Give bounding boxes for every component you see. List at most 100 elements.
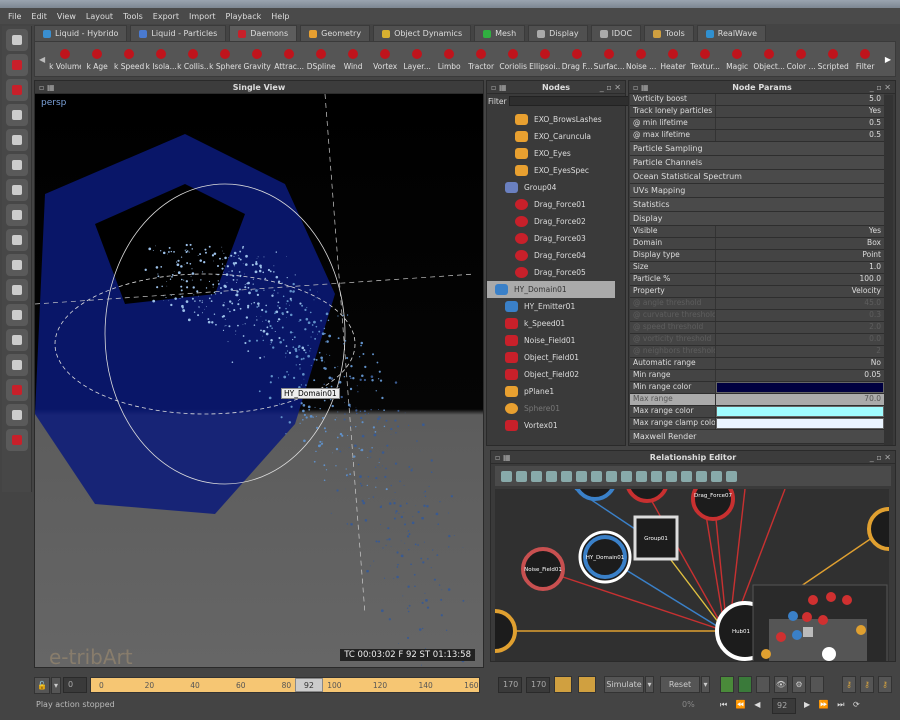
simulate-button[interactable]: Simulate xyxy=(604,676,644,693)
tool-heater[interactable]: Heater xyxy=(657,47,689,71)
tab-liquid-particles[interactable]: Liquid - Particles xyxy=(130,25,227,41)
object-icon[interactable] xyxy=(6,129,28,151)
param-row[interactable]: Track lonely particles Yes xyxy=(630,106,884,118)
menu-view[interactable]: View xyxy=(57,12,76,21)
param-row[interactable]: Vorticity boost 5.0 xyxy=(630,94,884,106)
simulate-dropdown[interactable]: ▾ xyxy=(645,676,654,693)
node-item[interactable]: Group04 xyxy=(487,179,615,196)
graph-minimap[interactable] xyxy=(752,584,888,661)
link-icon[interactable] xyxy=(546,470,557,482)
set-range-icon[interactable] xyxy=(578,676,596,693)
lock-icon[interactable]: 🔓 xyxy=(34,677,50,694)
zoom-select-icon[interactable] xyxy=(606,470,617,482)
arrange-icon[interactable] xyxy=(621,470,632,482)
zoom-fit-icon[interactable] xyxy=(591,470,602,482)
3d-viewport[interactable]: persp HY_Domain01 TC 00:03:02 F 92 ST 01… xyxy=(35,94,483,667)
section-uvs-mapping[interactable]: UVs Mapping xyxy=(630,184,884,198)
tool-ellipsoi[interactable]: Ellipsoi... xyxy=(529,47,561,71)
param-row[interactable]: @ angle threshold 45.0 xyxy=(630,298,884,310)
node-item[interactable]: Drag_Force03 xyxy=(487,230,615,247)
node-graph[interactable]: Drag_Force07 Group01 HY_Domain01 Noise_F… xyxy=(495,489,889,661)
fit-range-icon[interactable] xyxy=(554,676,572,693)
gear-icon[interactable]: ⚙ xyxy=(792,676,806,693)
param-row[interactable]: Visible Yes xyxy=(630,226,884,238)
start-frame-input[interactable]: 0 xyxy=(63,677,87,693)
menu-edit[interactable]: Edit xyxy=(31,12,47,21)
ball-icon[interactable] xyxy=(6,304,28,326)
node-item[interactable]: EXO_BrowsLashes xyxy=(487,111,615,128)
node-item[interactable]: Object_Field01 xyxy=(487,349,615,366)
node-item[interactable]: HY_Emitter01 xyxy=(487,298,615,315)
param-value[interactable]: 0.05 xyxy=(716,370,884,381)
select-icon[interactable] xyxy=(6,29,28,51)
param-value[interactable]: 0.5 xyxy=(716,130,884,141)
section-particle-sampling[interactable]: Particle Sampling xyxy=(630,142,884,156)
tree-icon[interactable] xyxy=(636,470,647,482)
tool-vortex[interactable]: Vortex xyxy=(369,47,401,71)
menu-file[interactable]: File xyxy=(8,12,21,21)
tool-color[interactable]: Color ... xyxy=(785,47,817,71)
skip-controls[interactable]: ⏮ ⏪ ◀ xyxy=(720,700,763,710)
param-row[interactable]: Domain Box xyxy=(630,238,884,250)
param-value[interactable]: Velocity xyxy=(716,286,884,297)
scroll-left-icon[interactable]: ◀ xyxy=(39,55,45,64)
eye-icon[interactable]: 👁 xyxy=(774,676,788,693)
param-value[interactable]: 2 xyxy=(716,346,884,357)
param-row[interactable]: Display type Point xyxy=(630,250,884,262)
particles-icon[interactable] xyxy=(810,676,824,693)
save-icon[interactable] xyxy=(6,404,28,426)
section-particle-channels[interactable]: Particle Channels xyxy=(630,156,884,170)
tool-k-speed[interactable]: k Speed xyxy=(113,47,145,71)
node-item[interactable]: Sphere01 xyxy=(487,400,615,417)
node-item[interactable]: Drag_Force01 xyxy=(487,196,615,213)
cube-outline-icon[interactable] xyxy=(6,254,28,276)
node-item[interactable]: Drag_Force04 xyxy=(487,247,615,264)
tool-k-collis[interactable]: k Collis... xyxy=(177,47,209,71)
tab-liquid-hybrido[interactable]: Liquid - Hybrido xyxy=(34,25,128,41)
tab-mesh[interactable]: Mesh xyxy=(474,25,526,41)
menu-layout[interactable]: Layout xyxy=(86,12,113,21)
param-value[interactable]: 100.0 xyxy=(716,274,884,285)
tab-display[interactable]: Display xyxy=(528,25,588,41)
scroll-right-icon[interactable]: ▶ xyxy=(885,55,891,64)
folder-icon[interactable] xyxy=(651,470,662,482)
tool-drag-f[interactable]: Drag F... xyxy=(561,47,593,71)
cache-icon[interactable] xyxy=(756,676,770,693)
frame-input[interactable]: 92 xyxy=(772,698,796,714)
panel-layout-icon[interactable]: ▫ ▦ xyxy=(39,81,55,94)
section-statistics[interactable]: Statistics xyxy=(630,198,884,212)
total-frames-input[interactable]: 170 xyxy=(526,677,550,693)
key-icon[interactable]: ⚷ xyxy=(860,676,874,693)
chain-icon[interactable] xyxy=(696,470,707,482)
menu-export[interactable]: Export xyxy=(153,12,179,21)
param-row[interactable]: Min range 0.05 xyxy=(630,370,884,382)
param-row[interactable]: Property Velocity xyxy=(630,286,884,298)
tab-idoc[interactable]: IDOC xyxy=(590,25,642,41)
refresh-icon[interactable] xyxy=(516,470,527,482)
tab-realwave[interactable]: RealWave xyxy=(696,25,766,41)
tab-daemons[interactable]: Daemons xyxy=(229,25,298,41)
param-row[interactable]: @ neighbors threshold 2 xyxy=(630,346,884,358)
panel-layout-icon[interactable]: ▫ ▦ xyxy=(495,451,511,464)
panel-close-icon[interactable]: _ ▫ ✕ xyxy=(870,81,891,94)
tool-gravity[interactable]: Gravity xyxy=(241,47,273,71)
unlink-icon[interactable] xyxy=(561,470,572,482)
param-value[interactable]: Yes xyxy=(716,106,884,117)
tool-coriolis[interactable]: Coriolis xyxy=(497,47,529,71)
tool-k-sphere[interactable]: k Sphere xyxy=(209,47,241,71)
param-row[interactable]: Particle % 100.0 xyxy=(630,274,884,286)
reset-button[interactable]: Reset xyxy=(660,676,700,693)
params-scrollbar[interactable] xyxy=(884,95,893,445)
tool-noise[interactable]: Noise ... xyxy=(625,47,657,71)
node-item[interactable]: EXO_Caruncula xyxy=(487,128,615,145)
param-value[interactable]: Point xyxy=(716,250,884,261)
node-item[interactable]: EXO_Eyes xyxy=(487,145,615,162)
node-item[interactable]: EXO_EyesSpec xyxy=(487,162,615,179)
tool-wind[interactable]: Wind xyxy=(337,47,369,71)
param-value[interactable]: No xyxy=(716,358,884,369)
node-item[interactable]: Drag_Force02 xyxy=(487,213,615,230)
tool-limbo[interactable]: Limbo xyxy=(433,47,465,71)
key-icon[interactable]: ⚷ xyxy=(842,676,856,693)
param-row[interactable]: Max range clamp color xyxy=(630,418,884,430)
export-icon[interactable] xyxy=(6,429,28,451)
